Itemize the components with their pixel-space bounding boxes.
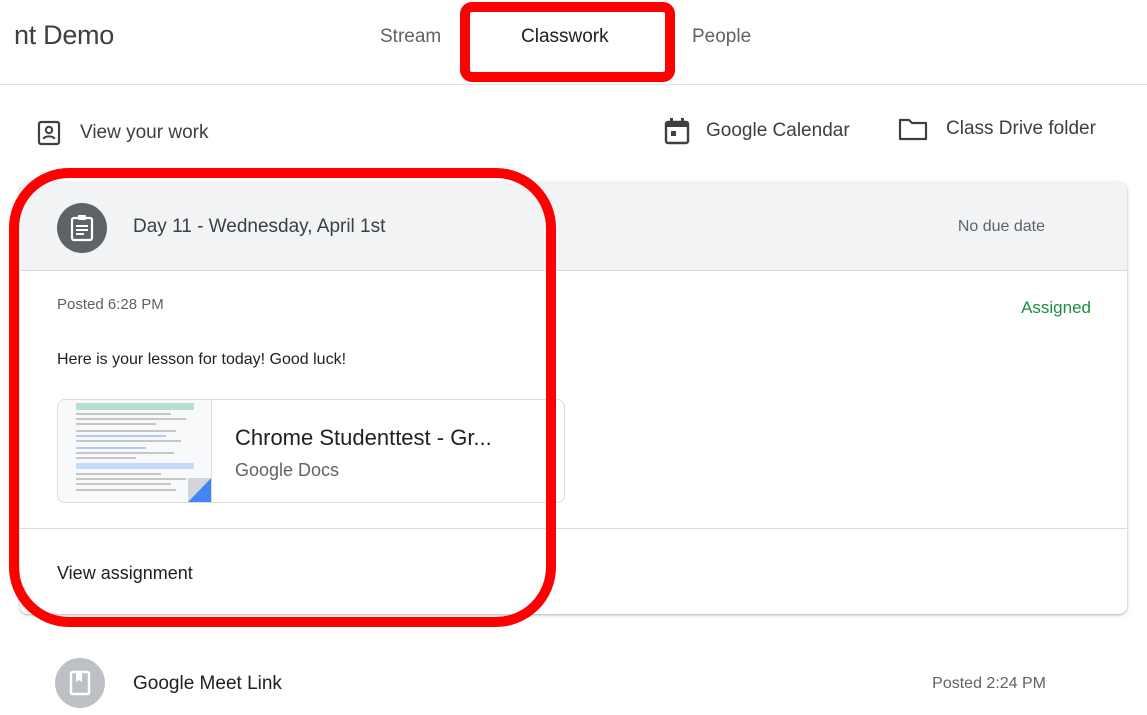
assignment-icon — [57, 203, 107, 253]
due-date: No due date — [957, 218, 1045, 235]
folder-icon — [898, 117, 928, 141]
material-row[interactable]: Google Meet Link Posted 2:24 PM — [0, 650, 1147, 715]
tab-people[interactable]: People — [692, 26, 751, 48]
document-thumbnail — [58, 400, 212, 502]
status-badge: Assigned — [1021, 298, 1091, 317]
material-title: Google Meet Link — [133, 673, 282, 694]
tab-stream[interactable]: Stream — [380, 26, 441, 48]
assignment-card: Day 11 - Wednesday, April 1st No due dat… — [20, 182, 1127, 614]
attachment-title: Chrome Studenttest - Gr... — [235, 425, 492, 450]
assignment-title: Day 11 - Wednesday, April 1st — [133, 216, 386, 237]
view-your-work-button[interactable]: View your work — [36, 120, 208, 146]
view-assignment-link[interactable]: View assignment — [57, 563, 193, 584]
material-icon — [55, 658, 105, 708]
card-divider — [20, 528, 1127, 529]
attachment-card[interactable]: Chrome Studenttest - Gr... Google Docs — [57, 399, 565, 503]
google-calendar-button[interactable]: Google Calendar — [664, 117, 850, 145]
assignment-instructions: Here is your lesson for today! Good luck… — [57, 351, 347, 368]
google-calendar-label: Google Calendar — [706, 120, 850, 141]
view-your-work-label: View your work — [80, 122, 209, 143]
person-badge-icon — [36, 120, 62, 146]
class-drive-folder-button[interactable]: Class Drive folder — [898, 117, 1096, 141]
class-drive-folder-label: Class Drive folder — [946, 118, 1096, 139]
class-title[interactable]: nt Demo — [14, 20, 114, 51]
calendar-icon — [664, 117, 690, 145]
assignment-header[interactable]: Day 11 - Wednesday, April 1st No due dat… — [20, 182, 1127, 271]
posted-time: Posted 6:28 PM — [57, 296, 164, 313]
tab-classwork[interactable]: Classwork — [521, 26, 609, 48]
material-posted-time: Posted 2:24 PM — [932, 675, 1046, 692]
attachment-type: Google Docs — [235, 460, 340, 480]
top-bar: nt Demo Stream Classwork People — [0, 0, 1147, 85]
